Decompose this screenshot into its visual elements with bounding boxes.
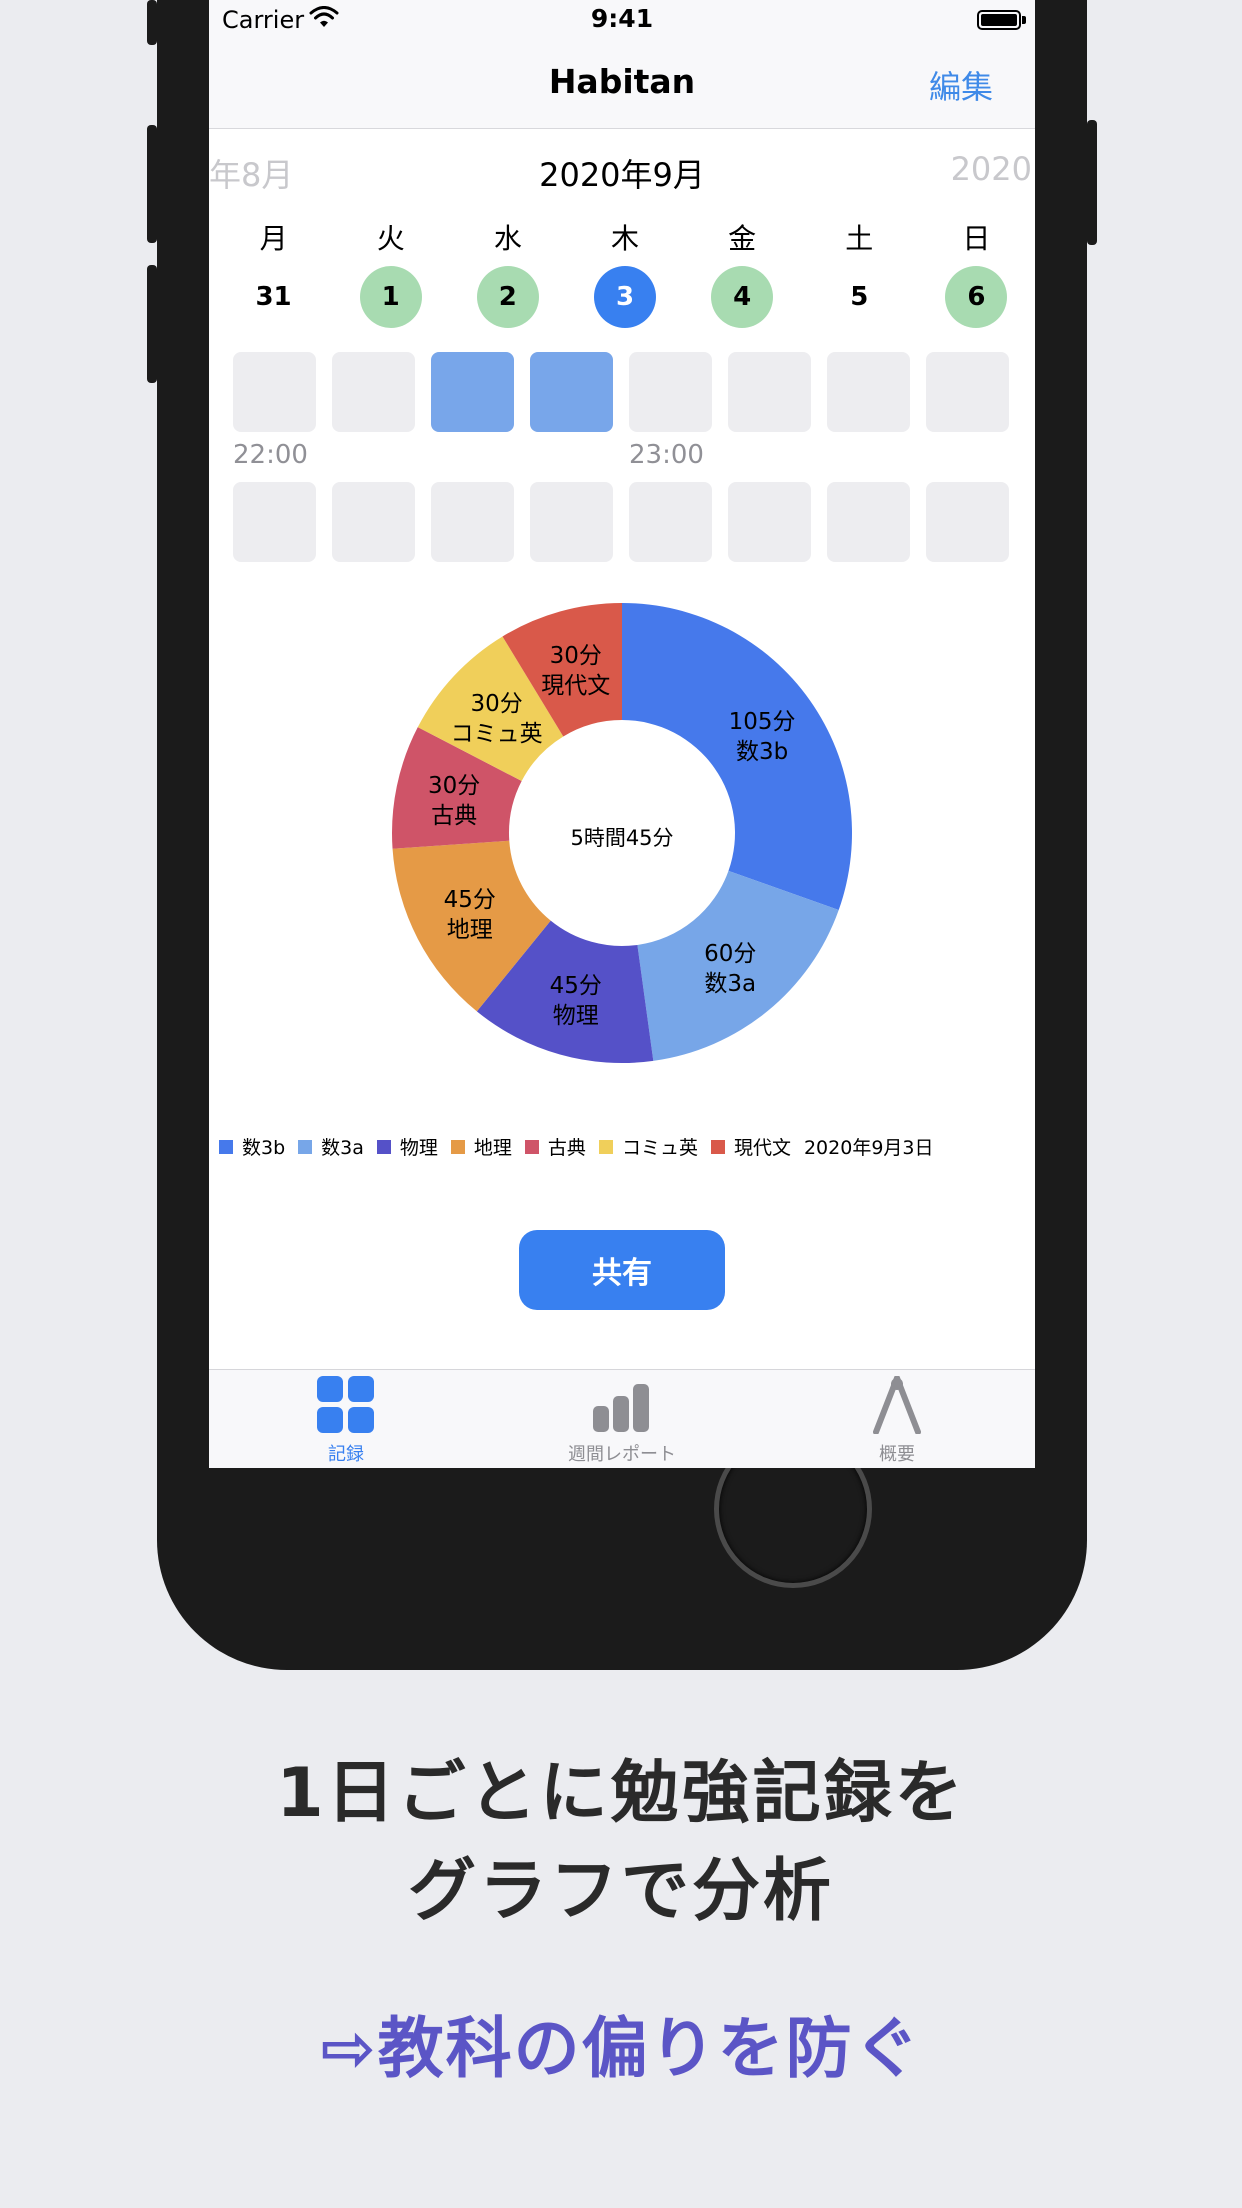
time-slot-filled[interactable] xyxy=(431,352,514,432)
weekday-sun: 日 xyxy=(962,222,991,255)
time-slot-row xyxy=(233,482,1009,562)
time-slot[interactable] xyxy=(629,352,712,432)
legend-swatch xyxy=(298,1139,313,1154)
legend-label: 現代文 xyxy=(733,1137,791,1159)
time-slot[interactable] xyxy=(332,352,415,432)
legend-item: 現代文 xyxy=(710,1133,791,1160)
time-slot-filled[interactable] xyxy=(530,352,613,432)
day-number: 1 xyxy=(359,266,422,328)
weekday-wed: 水 xyxy=(493,222,522,255)
status-clock: 9:41 xyxy=(590,4,654,33)
headline-line-2: グラフで分析 xyxy=(407,1852,834,1931)
day-cell-recorded[interactable]: 6 xyxy=(918,266,1035,328)
legend-label: コミュ英 xyxy=(621,1137,698,1159)
time-label: 23:00 xyxy=(629,440,704,470)
navigation-bar: Habitan 編集 xyxy=(209,44,1035,129)
time-slot[interactable] xyxy=(233,352,316,432)
tab-label: 週間レポート xyxy=(568,1444,676,1465)
day-number: 31 xyxy=(255,282,292,312)
legend-date: 2020年9月3日 xyxy=(803,1137,934,1159)
bar-chart-icon xyxy=(593,1384,649,1432)
day-number: 3 xyxy=(593,266,656,328)
day-number: 4 xyxy=(711,266,774,328)
battery-nub xyxy=(1022,16,1026,24)
time-slot[interactable] xyxy=(926,482,1009,562)
tab-bar: 記録 週間レポート 概要 xyxy=(209,1369,1035,1468)
chart-legend: 数3b 数3a 物理 地理 古典 コミュ英 現代文 2020年9月3日 xyxy=(219,1133,934,1160)
legend-label: 物理 xyxy=(399,1137,438,1159)
legend-item: 物理 xyxy=(376,1133,438,1160)
legend-item: 数3b xyxy=(219,1133,285,1160)
day-cell-recorded[interactable]: 4 xyxy=(684,266,801,328)
weekday-sat: 土 xyxy=(845,222,874,255)
legend-item: 古典 xyxy=(524,1133,586,1160)
tab-label: 概要 xyxy=(879,1444,915,1465)
next-month-label[interactable]: 2020 xyxy=(951,150,1032,188)
legend-swatch xyxy=(710,1139,725,1154)
day-cell-recorded[interactable]: 2 xyxy=(449,266,566,328)
day-number: 2 xyxy=(476,266,539,328)
current-month-label: 2020年9月 xyxy=(539,156,705,194)
side-button-volume-down xyxy=(147,265,157,383)
weekday-thu: 木 xyxy=(610,222,639,255)
time-slot-row xyxy=(233,352,1009,432)
legend-label: 数3a xyxy=(321,1137,364,1159)
tab-record[interactable]: 記録 xyxy=(256,1376,436,1466)
time-slot[interactable] xyxy=(827,352,910,432)
legend-swatch xyxy=(450,1139,465,1154)
tab-label: 記録 xyxy=(328,1444,364,1465)
day-cell[interactable]: 31 xyxy=(215,266,332,328)
tab-weekly-report[interactable]: 週間レポート xyxy=(532,1376,712,1466)
legend-item: 地理 xyxy=(450,1133,512,1160)
legend-swatch xyxy=(524,1139,539,1154)
side-button-mute xyxy=(147,0,157,45)
tab-overview[interactable]: 概要 xyxy=(807,1375,987,1466)
legend-item: 数3a xyxy=(298,1133,364,1160)
weekday-tue: 火 xyxy=(376,222,405,255)
status-bar: Carrier 9:41 xyxy=(209,0,1035,44)
legend-swatch xyxy=(219,1139,233,1154)
headline-line-1: 1日ごとに勉強記録を xyxy=(276,1754,966,1833)
day-number: 6 xyxy=(945,266,1008,328)
time-slot[interactable] xyxy=(629,482,712,562)
time-slot[interactable] xyxy=(728,352,811,432)
side-button-power xyxy=(1087,120,1097,245)
promo-subline: ⇨教科の偏りを防ぐ xyxy=(320,2010,922,2087)
day-row: 31 1 2 3 4 5 6 xyxy=(209,266,1035,328)
weekday-mon: 月 xyxy=(259,222,288,255)
time-slot[interactable] xyxy=(827,482,910,562)
legend-swatch xyxy=(376,1139,391,1154)
day-cell[interactable]: 5 xyxy=(801,266,918,328)
time-slot[interactable] xyxy=(233,482,316,562)
share-button[interactable]: 共有 xyxy=(519,1230,725,1310)
day-cell-selected[interactable]: 3 xyxy=(566,266,683,328)
side-button-volume-up xyxy=(147,125,157,243)
edit-button[interactable]: 編集 xyxy=(929,62,993,108)
center-total-label: 5時間45分 xyxy=(570,826,673,850)
app-title: Habitan xyxy=(548,62,696,101)
app-screen: Carrier 9:41 Habitan 編集 年8月 2020年9月 2020… xyxy=(209,0,1035,1468)
day-number: 5 xyxy=(850,282,869,312)
day-cell-recorded[interactable]: 1 xyxy=(332,266,449,328)
legend-swatch xyxy=(598,1139,613,1154)
weekday-fri: 金 xyxy=(728,222,757,255)
legend-label: 数3b xyxy=(242,1137,286,1159)
battery-icon xyxy=(977,10,1021,30)
grid-icon xyxy=(317,1376,374,1433)
time-slot[interactable] xyxy=(530,482,613,562)
time-slot[interactable] xyxy=(926,352,1009,432)
legend-label: 地理 xyxy=(473,1137,512,1159)
legend-item: コミュ英 xyxy=(598,1133,698,1160)
donut-chart: 105分数3b60分数3a45分物理45分地理30分古典30分コミュ英30分現代… xyxy=(392,603,852,1063)
time-slot[interactable] xyxy=(332,482,415,562)
time-slot[interactable] xyxy=(431,482,514,562)
promo-headline: 1日ごとに勉強記録を グラフで分析 xyxy=(0,1745,1242,1941)
time-label: 22:00 xyxy=(233,440,308,470)
weekday-header: 月 火 水 木 金 土 日 xyxy=(209,217,1035,257)
time-slot[interactable] xyxy=(728,482,811,562)
compass-icon xyxy=(873,1375,921,1435)
legend-label: 古典 xyxy=(547,1137,586,1159)
